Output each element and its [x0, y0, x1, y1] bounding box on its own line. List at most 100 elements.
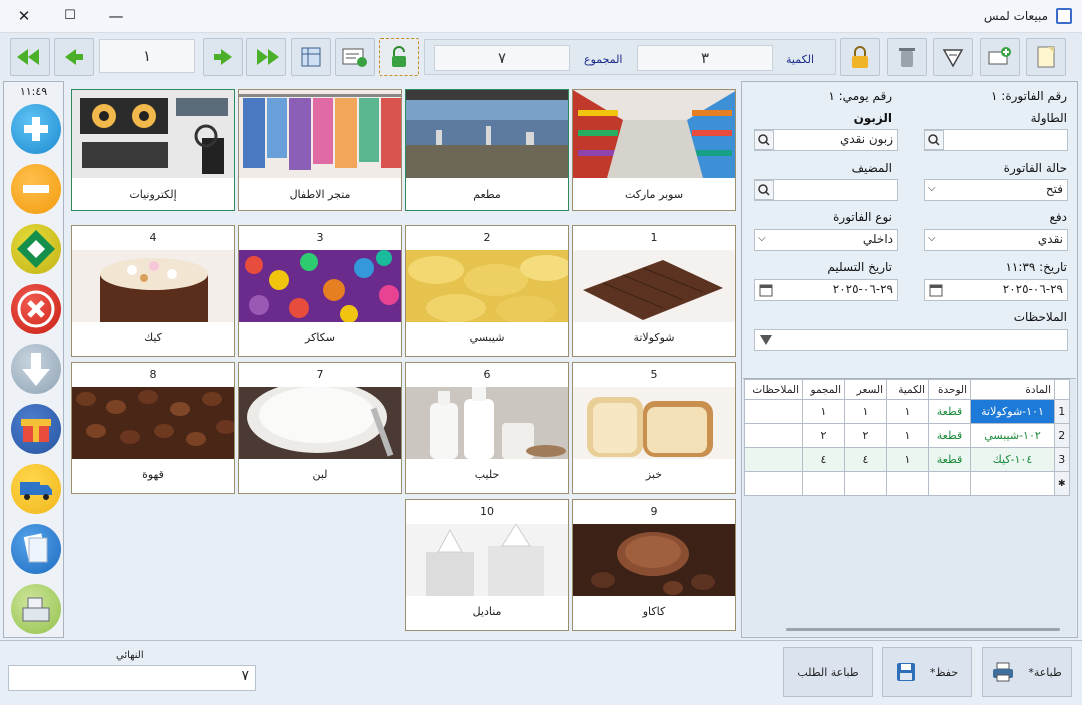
notes-dropdown-button[interactable] — [756, 330, 776, 350]
cash-register-button[interactable] — [11, 584, 61, 634]
move-down-button[interactable] — [11, 344, 61, 394]
table-row[interactable]: 1 ١٠١-شوكولاتة قطعة ١ ١ ١ — [744, 399, 1070, 424]
delivery-button[interactable] — [11, 464, 61, 514]
cell-price[interactable] — [844, 471, 887, 496]
new-row[interactable]: ✱ — [744, 471, 1070, 496]
host-search-button[interactable] — [754, 180, 774, 200]
cell-total[interactable]: ٤ — [802, 447, 845, 472]
category-tile-kids-store[interactable]: متجر الاطفال — [238, 89, 402, 211]
arrow-right-icon — [214, 49, 232, 65]
cell-total[interactable]: ٢ — [802, 423, 845, 448]
product-tile-cocoa[interactable]: 9 كاكاو — [572, 499, 736, 631]
table-row[interactable]: 2 ١٠٢-شيبسي قطعة ١ ٢ ٢ — [744, 423, 1070, 448]
new-invoice-button[interactable] — [1026, 38, 1066, 76]
cell-qty[interactable]: ١ — [886, 447, 929, 472]
print-button[interactable]: طباعة* — [982, 647, 1072, 697]
minimize-button[interactable]: — — [104, 6, 128, 26]
customer-field[interactable]: زبون نقدي — [754, 129, 898, 151]
cell-total[interactable]: ١ — [802, 399, 845, 424]
product-number: 5 — [650, 368, 658, 381]
horizontal-scrollbar[interactable] — [786, 628, 1060, 631]
cell-total[interactable] — [802, 471, 845, 496]
invoice-type-label: نوع الفاتورة — [833, 210, 892, 224]
unlock-button[interactable] — [379, 38, 419, 76]
cell-unit[interactable]: قطعة — [928, 399, 971, 424]
product-number: 3 — [316, 231, 324, 244]
calendar-icon — [929, 284, 943, 297]
discount-button[interactable] — [933, 38, 973, 76]
table-field[interactable] — [924, 129, 1068, 151]
product-name: كيك — [72, 322, 234, 356]
last-page-button[interactable] — [246, 38, 286, 76]
product-tile-tissues[interactable]: 10 مناديل — [405, 499, 569, 631]
cell-notes[interactable] — [744, 471, 803, 496]
cell-item[interactable]: ١٠٤-كيك — [970, 447, 1055, 472]
payment-select[interactable]: نقدي — [924, 229, 1068, 251]
delete-button[interactable] — [887, 38, 927, 76]
save-label: حفظ* — [929, 665, 959, 679]
save-button[interactable]: حفظ* — [882, 647, 972, 697]
maximize-button[interactable]: ☐ — [58, 6, 82, 26]
grid-header-item: المادة — [970, 379, 1055, 400]
page-number-field[interactable]: ١ — [99, 39, 195, 73]
cell-price[interactable]: ٤ — [844, 447, 887, 472]
product-tile-coffee[interactable]: 8 قهوة — [71, 362, 235, 494]
documents-button[interactable] — [11, 524, 61, 574]
cell-price[interactable]: ٢ — [844, 423, 887, 448]
cell-item[interactable]: ١٠٢-شيبسي — [970, 423, 1055, 448]
host-field[interactable] — [754, 179, 898, 201]
invoice-panel: رقم الفاتورة: ١ رقم يومي: ١ الطاولة الزب… — [741, 81, 1078, 638]
close-button[interactable]: ✕ — [12, 6, 36, 26]
product-tile-chocolate[interactable]: 1 شوكولاتة — [572, 225, 736, 357]
category-tile-restaurant[interactable]: مطعم — [405, 89, 569, 211]
category-name: مطعم — [406, 178, 568, 210]
notes-label: الملاحظات — [1013, 310, 1067, 324]
product-tile-cake[interactable]: 4 كيك — [71, 225, 235, 357]
tag-icon — [942, 49, 964, 68]
final-total-label: النهائي — [116, 650, 144, 661]
cell-notes[interactable] — [744, 399, 803, 424]
product-tile-milk[interactable]: 6 حليب — [405, 362, 569, 494]
cell-unit[interactable]: قطعة — [928, 447, 971, 472]
product-tile-candy[interactable]: 3 سكاكر — [238, 225, 402, 357]
next-page-button[interactable] — [203, 38, 243, 76]
invoice-type-select[interactable]: داخلي — [754, 229, 898, 251]
product-tile-yogurt[interactable]: 7 لبن — [238, 362, 402, 494]
cash-register-icon — [22, 597, 50, 622]
cell-item[interactable]: ١٠١-شوكولاتة — [970, 399, 1055, 424]
table-search-button[interactable] — [924, 130, 944, 150]
cell-qty[interactable]: ١ — [886, 423, 929, 448]
delivery-date-picker-button[interactable] — [756, 280, 776, 300]
cancel-button[interactable] — [11, 284, 61, 334]
table-row[interactable]: 3 ١٠٤-كيك قطعة ١ ٤ ٤ — [744, 447, 1070, 472]
cell-qty[interactable] — [886, 471, 929, 496]
print-order-button[interactable]: طباعة الطلب — [783, 647, 873, 697]
product-tile-chips[interactable]: 2 شيبسي — [405, 225, 569, 357]
cell-unit[interactable]: قطعة — [928, 423, 971, 448]
cell-price[interactable]: ١ — [844, 399, 887, 424]
checkout-button[interactable] — [335, 38, 375, 76]
payment-button[interactable] — [11, 224, 61, 274]
product-tile-bread[interactable]: 5 خبز — [572, 362, 736, 494]
subtract-button[interactable] — [11, 164, 61, 214]
cell-item[interactable] — [970, 471, 1055, 496]
cell-unit[interactable] — [928, 471, 971, 496]
cell-notes[interactable] — [744, 447, 803, 472]
category-tile-electronics[interactable]: إلكترونيات — [71, 89, 235, 211]
date-picker-button[interactable] — [926, 280, 946, 300]
category-tile-supermarket[interactable]: سوبر ماركت — [572, 89, 736, 211]
gift-button[interactable] — [11, 404, 61, 454]
add-device-button[interactable] — [980, 38, 1020, 76]
cell-notes[interactable] — [744, 423, 803, 448]
product-number: 4 — [149, 231, 157, 244]
cell-qty[interactable]: ١ — [886, 399, 929, 424]
customer-search-button[interactable] — [754, 130, 774, 150]
lock-button[interactable] — [840, 38, 880, 76]
status-select[interactable]: فتح — [924, 179, 1068, 201]
prev-page-button[interactable] — [54, 38, 94, 76]
first-page-button[interactable] — [10, 38, 50, 76]
notes-field[interactable] — [754, 329, 1068, 351]
add-button[interactable] — [11, 104, 61, 154]
grid-view-button[interactable] — [291, 38, 331, 76]
calendar-icon — [759, 284, 773, 297]
